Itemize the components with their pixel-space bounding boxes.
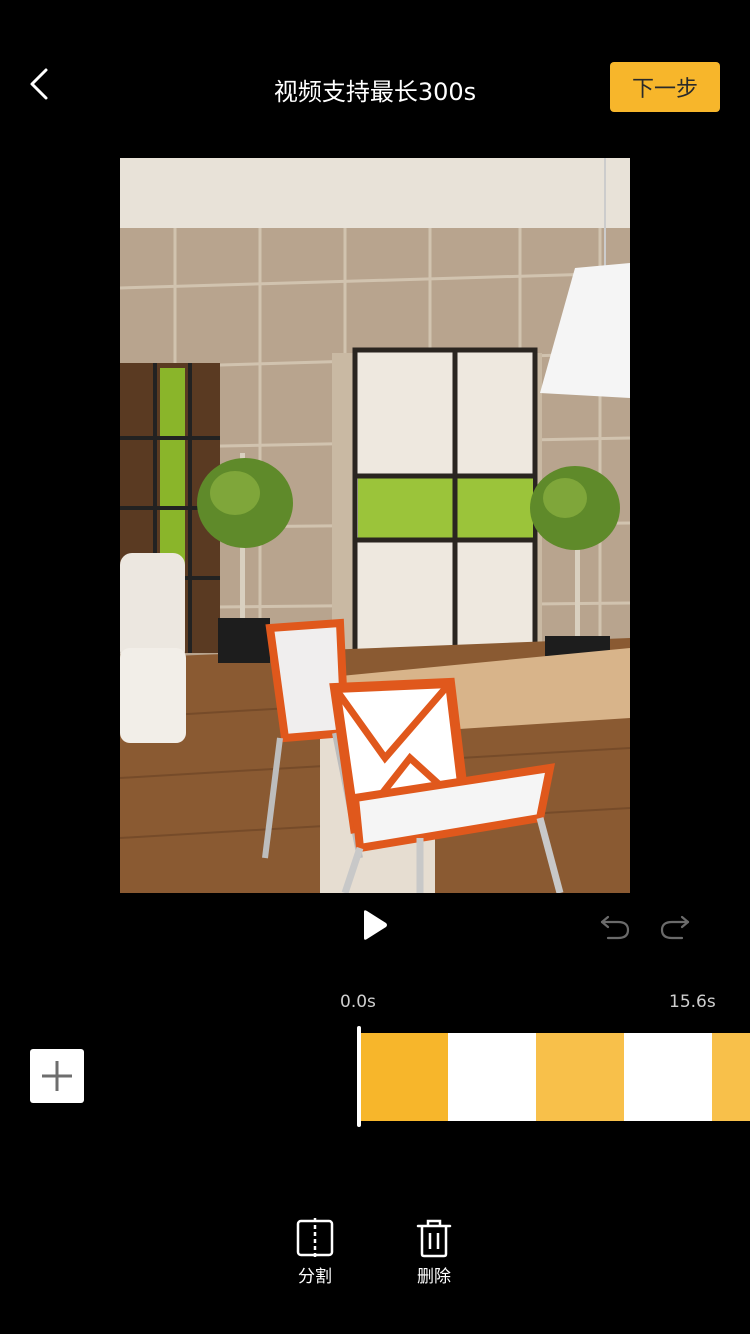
play-button[interactable]: [358, 908, 390, 942]
undo-icon: [600, 915, 630, 940]
redo-button[interactable]: [658, 908, 692, 942]
redo-icon: [660, 915, 690, 940]
room-scene-image: [120, 158, 630, 893]
play-icon: [364, 910, 387, 940]
split-button[interactable]: 分割: [275, 1218, 355, 1294]
timeline-track[interactable]: [360, 1033, 750, 1121]
split-icon: [296, 1218, 334, 1258]
video-preview[interactable]: [120, 158, 630, 893]
delete-label: 删除: [417, 1267, 451, 1287]
plus-icon: [42, 1061, 72, 1091]
top-bar: 视频支持最长300s 下一步: [0, 0, 750, 180]
timeline-end-time: 15.6s: [669, 992, 716, 1012]
split-label: 分割: [298, 1267, 332, 1287]
undo-button[interactable]: [598, 908, 632, 942]
timeline-frame: [712, 1033, 750, 1121]
timeline-frame: [624, 1033, 712, 1121]
timeline-frame: [536, 1033, 624, 1121]
timeline-start-time: 0.0s: [340, 992, 376, 1012]
trash-icon: [416, 1219, 452, 1258]
next-step-button[interactable]: 下一步: [610, 62, 720, 112]
delete-button[interactable]: 删除: [394, 1218, 474, 1294]
playback-controls: [0, 900, 750, 950]
timeline-frame: [360, 1033, 448, 1121]
add-clip-button[interactable]: [30, 1049, 84, 1103]
timeline-frame: [448, 1033, 536, 1121]
playhead[interactable]: [357, 1026, 361, 1127]
